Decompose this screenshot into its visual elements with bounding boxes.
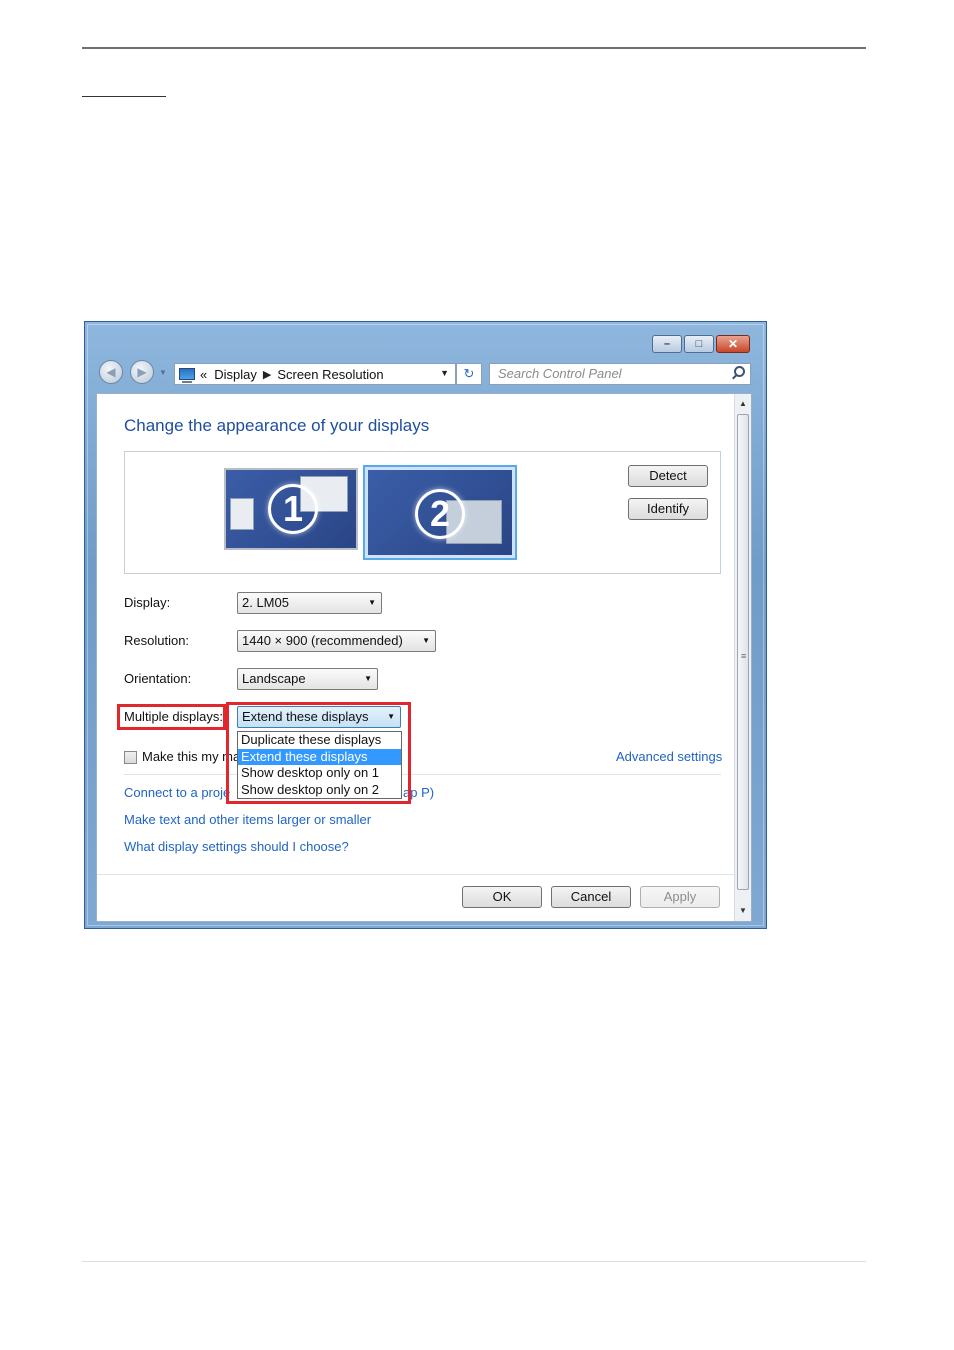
dropdown-option-show-only-2[interactable]: Show desktop only on 2 bbox=[238, 782, 401, 799]
display-label: Display: bbox=[124, 595, 171, 610]
multiple-displays-value: Extend these displays bbox=[242, 709, 369, 724]
breadcrumb-overflow[interactable]: « bbox=[200, 367, 207, 382]
scroll-thumb[interactable]: ≡ bbox=[737, 414, 749, 890]
back-button[interactable]: ◀ bbox=[99, 360, 123, 384]
mini-window-icon bbox=[230, 498, 254, 530]
dropdown-option-extend[interactable]: Extend these displays bbox=[238, 748, 401, 765]
monitor-arrangement-area: 1 2 Detect Identify bbox=[124, 451, 721, 574]
chevron-down-icon: ▼ bbox=[422, 636, 430, 645]
search-input[interactable]: Search Control Panel bbox=[489, 363, 751, 385]
apply-button[interactable]: Apply bbox=[640, 886, 720, 908]
orientation-value: Landscape bbox=[242, 671, 306, 686]
dropdown-option-show-only-1[interactable]: Show desktop only on 1 bbox=[238, 765, 401, 782]
chevron-down-icon: ▼ bbox=[387, 712, 395, 721]
resolution-label: Resolution: bbox=[124, 633, 190, 648]
advanced-settings-link[interactable]: Advanced settings bbox=[616, 749, 722, 764]
recent-pages-dropdown[interactable]: ▼ bbox=[159, 368, 167, 377]
dropdown-option-duplicate[interactable]: Duplicate these displays bbox=[238, 732, 401, 749]
ok-button[interactable]: OK bbox=[462, 886, 542, 908]
breadcrumb-screen-resolution[interactable]: Screen Resolution bbox=[277, 367, 383, 382]
page-top-rule bbox=[82, 47, 866, 49]
breadcrumb-display[interactable]: Display bbox=[214, 367, 257, 382]
display-value: 2. LM05 bbox=[242, 595, 289, 610]
monitor-1-number: 1 bbox=[268, 484, 318, 534]
caption-buttons: – □ ✕ bbox=[652, 335, 750, 353]
breadcrumb-separator-icon[interactable]: ▶ bbox=[263, 368, 271, 381]
maximize-icon: □ bbox=[695, 337, 703, 350]
resolution-value: 1440 × 900 (recommended) bbox=[242, 633, 403, 648]
control-panel-icon bbox=[179, 368, 195, 383]
footer-divider bbox=[97, 874, 736, 875]
close-button[interactable]: ✕ bbox=[716, 335, 750, 353]
forward-button[interactable]: ▶ bbox=[130, 360, 154, 384]
orientation-label: Orientation: bbox=[124, 671, 192, 686]
chevron-down-icon: ▼ bbox=[364, 674, 372, 683]
scroll-up-arrow-icon[interactable]: ▲ bbox=[735, 396, 751, 412]
monitor-2-screen: 2 bbox=[368, 470, 512, 555]
vertical-scrollbar[interactable]: ▲ ≡ ▼ bbox=[734, 394, 751, 921]
minimize-button[interactable]: – bbox=[652, 335, 682, 353]
text-size-link[interactable]: Make text and other items larger or smal… bbox=[124, 812, 371, 827]
search-placeholder: Search Control Panel bbox=[498, 366, 622, 381]
detect-button[interactable]: Detect bbox=[628, 465, 708, 487]
make-main-display-label[interactable]: Make this my ma bbox=[142, 749, 240, 764]
heading-underline bbox=[82, 96, 166, 97]
search-icon[interactable] bbox=[734, 366, 745, 377]
scroll-grip-icon: ≡ bbox=[741, 651, 747, 661]
connect-projector-link-tail[interactable]: ap P) bbox=[403, 785, 434, 800]
display-select[interactable]: 2. LM05 ▼ bbox=[237, 592, 382, 614]
make-main-display-checkbox[interactable] bbox=[124, 751, 137, 764]
resolution-select[interactable]: 1440 × 900 (recommended) ▼ bbox=[237, 630, 436, 652]
multiple-displays-dropdown-list: Duplicate these displays Extend these di… bbox=[237, 731, 402, 799]
connect-projector-link[interactable]: Connect to a proje bbox=[124, 785, 230, 800]
content-pane: ▲ ≡ ▼ Change the appearance of your disp… bbox=[96, 393, 752, 922]
screen-resolution-window: – □ ✕ ◀ ▶ ▼ « Display ▶ Screen Resolutio… bbox=[84, 321, 767, 929]
multiple-displays-select[interactable]: Extend these displays ▼ bbox=[237, 706, 401, 728]
refresh-icon: ↻ bbox=[463, 366, 475, 381]
chevron-down-icon: ▼ bbox=[368, 598, 376, 607]
monitor-1[interactable]: 1 bbox=[224, 468, 358, 550]
monitor-2[interactable]: 2 bbox=[363, 465, 517, 560]
maximize-button[interactable]: □ bbox=[684, 335, 714, 353]
multiple-displays-label: Multiple displays: bbox=[124, 709, 223, 724]
monitor-2-number: 2 bbox=[415, 489, 465, 539]
cancel-button[interactable]: Cancel bbox=[551, 886, 631, 908]
address-dropdown-icon[interactable]: ▼ bbox=[440, 368, 449, 378]
page-title: Change the appearance of your displays bbox=[124, 416, 430, 435]
scroll-down-arrow-icon[interactable]: ▼ bbox=[735, 903, 751, 919]
divider bbox=[124, 774, 721, 775]
refresh-button[interactable]: ↻ bbox=[456, 363, 482, 385]
forward-arrow-icon: ▶ bbox=[137, 365, 147, 379]
display-settings-help-link[interactable]: What display settings should I choose? bbox=[124, 839, 349, 854]
identify-button[interactable]: Identify bbox=[628, 498, 708, 520]
minimize-icon: – bbox=[663, 337, 671, 350]
page-bottom-rule bbox=[82, 1261, 866, 1262]
address-bar[interactable]: « Display ▶ Screen Resolution ▼ bbox=[174, 363, 456, 385]
orientation-select[interactable]: Landscape ▼ bbox=[237, 668, 378, 690]
back-arrow-icon: ◀ bbox=[106, 365, 116, 379]
close-icon: ✕ bbox=[727, 337, 739, 351]
